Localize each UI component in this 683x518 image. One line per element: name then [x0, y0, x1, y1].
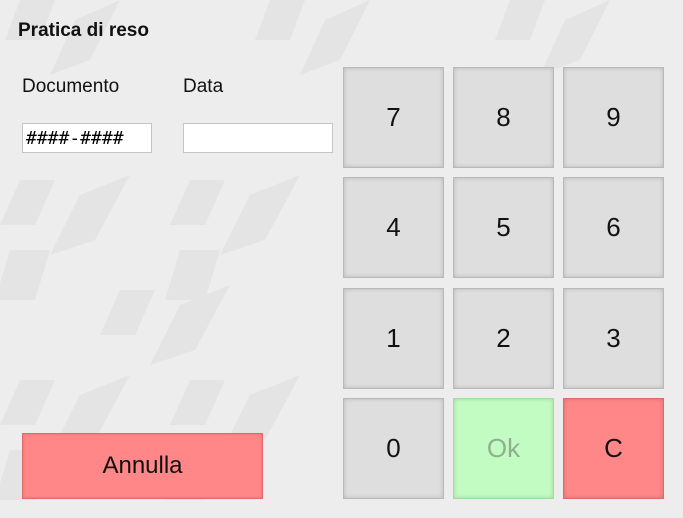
ok-button[interactable]: Ok: [453, 398, 554, 499]
date-field[interactable]: [183, 123, 333, 153]
key-5[interactable]: 5: [453, 177, 554, 278]
document-field[interactable]: [22, 123, 152, 153]
key-0[interactable]: 0: [343, 398, 444, 499]
key-3[interactable]: 3: [563, 288, 664, 389]
key-4[interactable]: 4: [343, 177, 444, 278]
key-7[interactable]: 7: [343, 67, 444, 168]
page-title: Pratica di reso: [18, 20, 149, 41]
key-6[interactable]: 6: [563, 177, 664, 278]
date-label: Data: [183, 76, 224, 97]
numeric-keypad: 7 8 9 4 5 6 1 2 3 0 Ok C: [343, 67, 664, 499]
key-9[interactable]: 9: [563, 67, 664, 168]
document-label: Documento: [22, 76, 120, 97]
clear-button[interactable]: C: [563, 398, 664, 499]
cancel-button[interactable]: Annulla: [22, 433, 263, 499]
key-8[interactable]: 8: [453, 67, 554, 168]
key-2[interactable]: 2: [453, 288, 554, 389]
key-1[interactable]: 1: [343, 288, 444, 389]
